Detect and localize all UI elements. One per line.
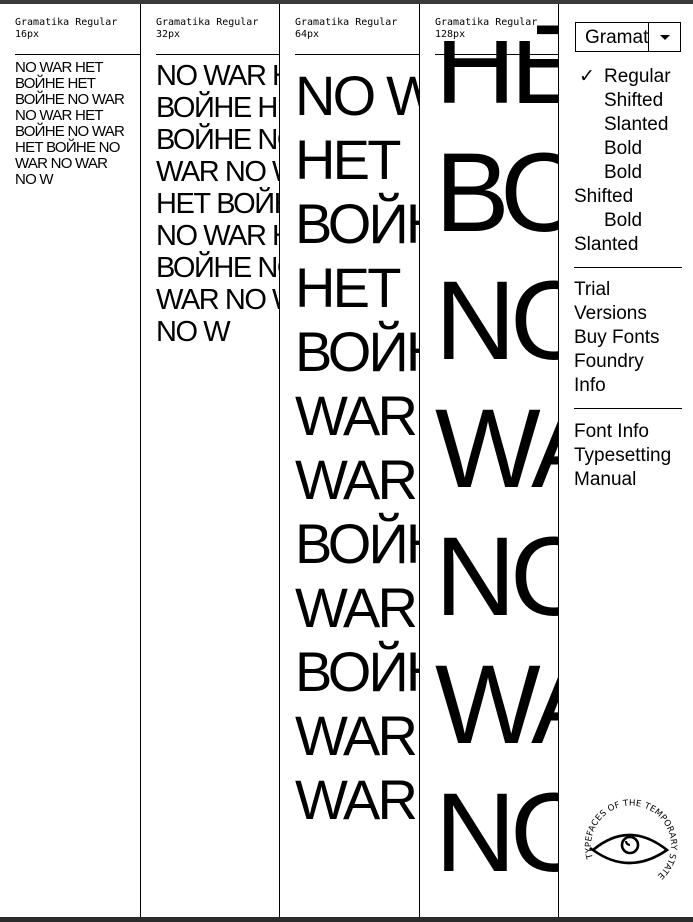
style-list: ✓ Regular Shifted Slanted Bold Bold Shif… <box>574 65 689 257</box>
column-divider <box>156 54 279 55</box>
specimen-line: NO WAR НЕТ <box>15 60 104 76</box>
specimen-text[interactable]: NO WAR НЕТ ВОЙНЕ НЕТ ВОЙНЕ NO WAR NO WAR… <box>156 60 279 348</box>
specimen-line: NO <box>435 514 558 639</box>
panel-divider <box>574 267 682 268</box>
column-font-size: 64px <box>295 29 320 40</box>
column-font-name: Gramatika Regular <box>156 17 259 28</box>
column-font-size: 32px <box>156 29 181 40</box>
specimen-column-64px: Gramatika Regular 64px NO WAR НЕТ ВОЙНЕ … <box>280 4 420 917</box>
foundry-logo[interactable]: TYPEFACES OF THE TEMPORARY STATE <box>579 792 683 896</box>
specimen-line: ВОЙНЕ NO WAR <box>15 123 125 140</box>
specimen-line: WAR <box>295 576 418 639</box>
specimen-line: WAR <box>295 768 418 831</box>
specimen-line: NO <box>435 770 558 895</box>
specimen-line: ВОЙНЕ <box>295 512 419 575</box>
specimen-line: NO WAR НЕТ <box>156 60 279 92</box>
column-header: Gramatika Regular 128px <box>435 17 538 41</box>
style-option-shifted[interactable]: Shifted <box>574 89 689 113</box>
secondary-links: Font Info Typesetting Manual <box>574 420 689 492</box>
specimen-line: WA <box>435 386 558 511</box>
link-buy-fonts[interactable]: Buy Fonts <box>574 326 689 350</box>
specimen-line: WA <box>435 642 558 767</box>
link-info[interactable]: Info <box>574 374 689 398</box>
style-option-slanted[interactable]: Slanted <box>574 113 689 137</box>
specimen-line: ВОЙНЕ <box>295 192 419 255</box>
font-family-select[interactable]: Gramatika <box>575 22 681 52</box>
checkmark-icon: ✓ <box>579 66 595 87</box>
logo-text-path: TYPEFACES OF THE TEMPORARY STATE <box>584 799 678 881</box>
column-header: Gramatika Regular 16px <box>15 17 117 41</box>
specimen-line: ВОЙНЕ NO WAR <box>15 91 125 108</box>
style-option-bold-slanted-line2[interactable]: Slanted <box>574 233 689 257</box>
specimen-text[interactable]: NO WAR НЕТ ВОЙНЕ НЕТ ВОЙНЕ WAR WAR ВОЙНЕ… <box>295 64 419 832</box>
column-font-name: Gramatika Regular <box>15 17 118 28</box>
link-typesetting[interactable]: Typesetting <box>574 444 689 468</box>
link-foundry[interactable]: Foundry <box>574 350 689 374</box>
style-option-bold[interactable]: Bold <box>574 137 689 161</box>
column-font-name: Gramatika Regular <box>295 17 398 28</box>
specimen-line: NO WAR НЕТ <box>15 107 104 124</box>
link-trial[interactable]: Trial <box>574 278 689 302</box>
specimen-line: ВОЙНЕ <box>295 640 419 703</box>
specimen-line: WAR <box>295 448 418 511</box>
specimen-line: НЕТ ВОЙНЕ NO <box>15 139 120 156</box>
specimen-column-16px: Gramatika Regular 16px NO WAR НЕТ ВОЙНЕ … <box>0 4 141 917</box>
column-font-name: Gramatika Regular <box>435 17 538 28</box>
style-option-bold-shifted-line2[interactable]: Shifted <box>574 185 689 209</box>
column-divider <box>435 54 558 55</box>
style-option-bold-shifted-line1[interactable]: Bold <box>574 161 689 185</box>
specimen-text[interactable]: НЕТ ВО NO WA NO WA NO <box>435 4 558 897</box>
specimen-line: WAR <box>295 704 418 767</box>
column-header: Gramatika Regular 32px <box>156 17 258 41</box>
specimen-line: WAR NO WAR <box>15 155 108 172</box>
link-font-info[interactable]: Font Info <box>574 420 689 444</box>
specimen-line: WAR NO WAR <box>156 156 279 188</box>
column-header: Gramatika Regular 64px <box>295 17 397 41</box>
specimen-line: ВОЙНЕ НЕТ <box>156 92 279 124</box>
specimen-line: ВОЙНЕ <box>295 320 419 383</box>
link-versions[interactable]: Versions <box>574 302 689 326</box>
column-font-size: 128px <box>435 29 466 40</box>
specimen-column-128px: НЕТ ВО NO WA NO WA NO Gramatika Regular … <box>420 4 559 917</box>
specimen-line: НЕТ <box>295 256 401 319</box>
eye-pupil-icon <box>624 840 631 847</box>
specimen-line: ВОЙНЕ NO <box>156 252 279 284</box>
specimen-line: ВО <box>435 130 558 255</box>
panel-divider <box>574 408 682 409</box>
primary-links: Trial Versions Buy Fonts Foundry Info <box>574 278 689 398</box>
specimen-line: NO W <box>15 171 54 188</box>
side-panel: Gramatika ✓ Regular Shifted Slanted Bold… <box>559 4 693 917</box>
specimen-line: НЕТ <box>295 128 401 191</box>
specimen-column-32px: Gramatika Regular 32px NO WAR НЕТ ВОЙНЕ … <box>141 4 280 917</box>
specimen-line: WAR NO WAR <box>156 284 279 316</box>
specimen-line: WAR <box>295 384 418 447</box>
specimen-line: NO <box>435 258 558 383</box>
column-font-size: 16px <box>15 29 40 40</box>
eye-icon <box>590 833 670 865</box>
style-option-bold-slanted-line1[interactable]: Bold <box>574 209 689 233</box>
specimen-line: NO WAR <box>295 64 419 127</box>
specimen-line: НЕТ ВОЙНЕ <box>156 188 279 220</box>
specimen-line: ВОЙНЕ NO <box>156 124 279 156</box>
specimen-text[interactable]: NO WAR НЕТ ВОЙНЕ НЕТ ВОЙНЕ NO WAR NO WAR… <box>15 60 140 188</box>
specimen-line: NO WAR НЕТ <box>156 220 279 252</box>
column-divider <box>15 54 140 55</box>
logo-arc-text: TYPEFACES OF THE TEMPORARY STATE <box>584 799 678 881</box>
dropdown-button[interactable] <box>648 23 680 51</box>
specimen-line: ВОЙНЕ НЕТ <box>15 75 96 92</box>
link-manual[interactable]: Manual <box>574 468 689 492</box>
window-bottom-bar <box>0 917 693 922</box>
font-family-select-value: Gramatika <box>585 27 649 48</box>
caret-down-icon <box>660 35 670 40</box>
column-divider <box>295 54 419 55</box>
specimen-line: NO W <box>156 316 231 348</box>
